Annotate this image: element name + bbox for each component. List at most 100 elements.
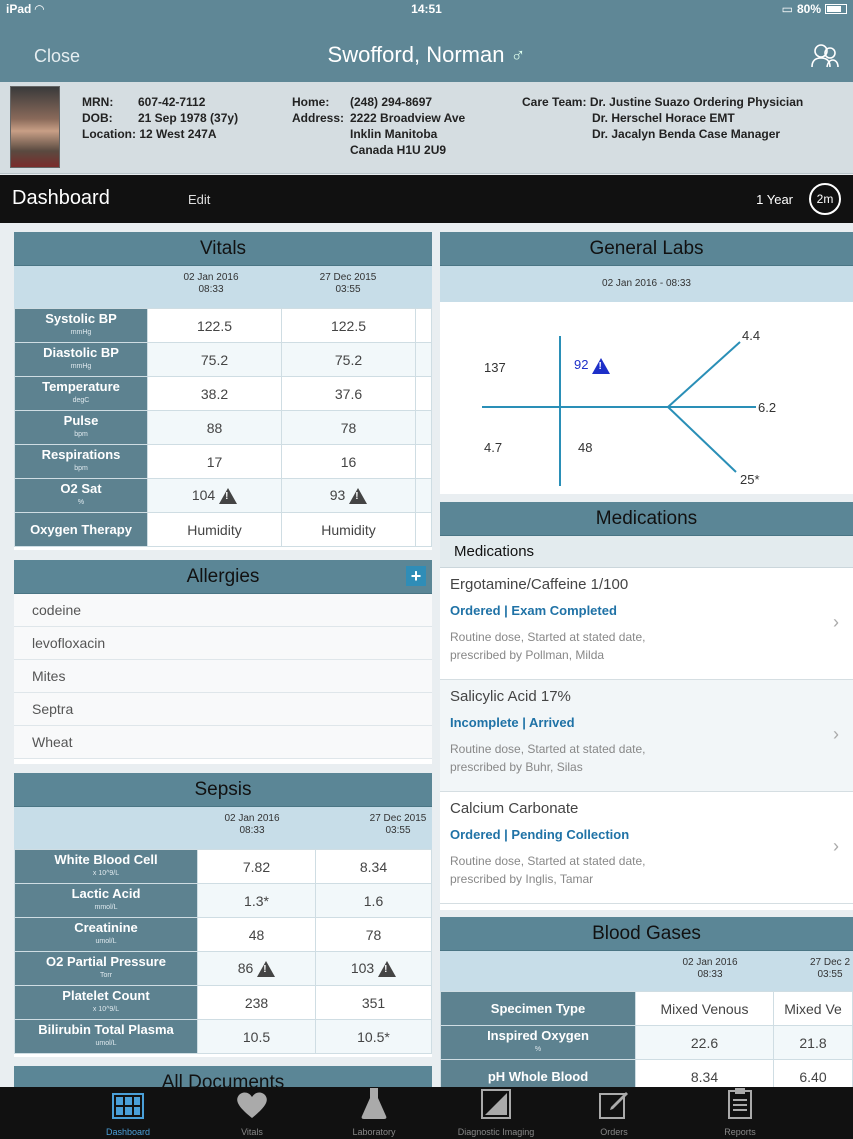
row-label: Oxygen Therapy [14, 512, 148, 547]
list-item[interactable]: Wheat [14, 726, 432, 759]
medication-item[interactable]: Ergotamine/Caffeine 1/100 Ordered | Exam… [440, 568, 853, 680]
medication-description: Routine dose, Started at stated date, pre… [450, 854, 646, 886]
table-row[interactable]: Bilirubin Total Plasma umol/L 10.5 10.5* [14, 1019, 432, 1054]
row-label: Specimen Type [440, 991, 636, 1026]
cell-value: Mixed Venous [635, 991, 774, 1026]
row-label: Creatinine umol/L [14, 917, 198, 952]
cell-value: 78 [281, 410, 416, 445]
table-row[interactable]: Pulse bpm 88 78 [14, 410, 432, 445]
table-row[interactable]: pH Whole Blood 8.34 6.40 [440, 1059, 853, 1087]
home-label: Home: [292, 95, 330, 109]
table-row[interactable]: White Blood Cell x 10^9/L 7.82 8.34 [14, 849, 432, 884]
add-allergy-button[interactable]: + [406, 566, 426, 586]
cell-value: Mixed Ve [773, 991, 853, 1026]
tab-diagnostic-imaging[interactable]: Diagnostic Imaging [436, 1087, 556, 1137]
row-label: Pulse bpm [14, 410, 148, 445]
table-row[interactable]: Platelet Count x 10^9/L 238 351 [14, 985, 432, 1020]
tab-label: Dashboard [105, 1127, 151, 1137]
warning-icon [349, 488, 368, 505]
cell-value: 122.5 [281, 308, 416, 343]
patient-name-title: Swofford, Norman ♂ [0, 42, 853, 68]
medication-description: Routine dose, Started at stated date, pre… [450, 742, 646, 774]
tab-reports[interactable]: Reports [680, 1087, 800, 1137]
general-labs-panel: General Labs 02 Jan 2016 - 08:33 137 92 … [440, 232, 853, 494]
table-row[interactable]: Inspired Oxygen% 22.6 21.8 [440, 1025, 853, 1060]
care-team-member: Dr. Jacalyn Benda Case Manager [592, 127, 781, 141]
table-row[interactable]: Respirations bpm 17 16 [14, 444, 432, 479]
patient-name: Swofford, Norman [327, 42, 505, 67]
medication-item[interactable]: Calcium Carbonate Ordered | Pending Coll… [440, 792, 853, 904]
dob-value: 21 Sep 1978 (37y) [138, 111, 239, 125]
cell-value: 16 [281, 444, 416, 479]
list-item[interactable]: levofloxacin [14, 627, 432, 660]
care-team-member: Dr. Herschel Horace EMT [592, 111, 735, 125]
medication-name: Salicylic Acid 17% [450, 688, 571, 705]
list-item[interactable]: Septra [14, 693, 432, 726]
sepsis-date-2: 27 Dec 2015 [369, 813, 427, 824]
table-row[interactable]: Specimen Type Mixed Venous Mixed Ve [440, 991, 853, 1026]
lab-co2: 48 [578, 440, 593, 455]
table-row[interactable]: Systolic BP mmHg 122.5 122.5 [14, 308, 432, 343]
table-row[interactable]: Diastolic BP mmHg 75.2 75.2 [14, 342, 432, 377]
care-team: Care Team: Dr. Justine Suazo Ordering Ph… [522, 94, 803, 142]
table-row[interactable]: Creatinine umol/L 48 78 [14, 917, 432, 952]
home-phone: (248) 294-8697 [350, 95, 433, 109]
cell-value: 6.40 [773, 1059, 853, 1087]
vitals-time-1: 08:33 [198, 284, 224, 295]
allergies-title: Allergies [186, 566, 260, 587]
lab-top-value: 4.4 [742, 328, 761, 343]
lab-mid-value: 6.2 [758, 400, 777, 415]
table-row[interactable]: Temperature degC 38.2 37.6 [14, 376, 432, 411]
lab-bottom-value: 25* [740, 472, 760, 487]
tab-vitals[interactable]: Vitals [192, 1087, 312, 1137]
blood-gases-title: Blood Gases [440, 917, 853, 951]
vitals-date-col2: 27 Dec 2015 03:55 [288, 272, 408, 296]
general-labs-title: General Labs [440, 232, 853, 266]
patient-banner: MRN: 607-42-7112 DOB: 21 Sep 1978 (37y) Lo… [0, 82, 853, 174]
top-header: iPad ◠ 14:51 ▭ 80% Close Swofford, Norman… [0, 0, 853, 82]
mrn-label: MRN: [82, 95, 114, 109]
location-value: Location: 12 West 247A [82, 127, 217, 141]
vitals-time-2: 03:55 [335, 284, 361, 295]
cell-value: 21.8 [773, 1025, 853, 1060]
vitals-panel: Vitals 02 Jan 2016 08:33 27 Dec 2015 03:55… [14, 232, 432, 550]
row-label: Systolic BP mmHg [14, 308, 148, 343]
cell-value: 75.2 [281, 342, 416, 377]
table-row[interactable]: Lactic Acid mmol/L 1.3* 1.6 [14, 883, 432, 918]
blood-gases-panel: Blood Gases 02 Jan 2016 08:33 27 Dec 2 03:… [440, 917, 853, 1087]
blood-gases-time-2: 03:55 [817, 969, 843, 980]
warning-icon [378, 961, 397, 978]
sepsis-title: Sepsis [14, 773, 432, 807]
refresh-icon[interactable]: 2m [809, 183, 841, 215]
vitals-date-col1: 02 Jan 2016 08:33 [151, 272, 271, 296]
time-range-button[interactable]: 1 Year [756, 192, 793, 207]
edit-button[interactable]: Edit [188, 192, 210, 207]
cell-value-abnormal: 103 [315, 951, 432, 986]
blood-gases-date-1: 02 Jan 2016 [682, 957, 738, 968]
table-row[interactable]: Oxygen Therapy Humidity Humidity [14, 512, 432, 547]
care-team-member: Dr. Justine Suazo Ordering Physician [589, 95, 804, 109]
list-item[interactable]: codeine [14, 594, 432, 627]
mrn-value: 607-42-7112 [138, 95, 206, 109]
cell-value-abnormal: 93 [281, 478, 416, 513]
table-row[interactable]: O2 Partial PressureTorr86103 [14, 951, 432, 986]
allergies-header: Allergies + [14, 560, 432, 594]
people-icon[interactable] [811, 42, 839, 68]
medication-item[interactable]: Salicylic Acid 17% Incomplete | Arrived … [440, 680, 853, 792]
tab-orders[interactable]: Orders [554, 1087, 674, 1137]
medications-panel: Medications Medications Ergotamine/Caffe… [440, 502, 853, 910]
sepsis-date-header: 02 Jan 2016 08:33 27 Dec 2015 03:55 [14, 807, 432, 849]
table-row[interactable]: O2 Sat%10493 [14, 478, 432, 513]
medications-subheader: Medications [440, 536, 853, 568]
vitals-table: Systolic BP mmHg 122.5 122.5 Diastolic BP mm… [14, 308, 432, 547]
cell-value: 7.82 [197, 849, 316, 884]
tab-laboratory[interactable]: Laboratory [314, 1087, 434, 1137]
warning-icon [257, 961, 276, 978]
sepsis-date-col2: 27 Dec 2015 03:55 [338, 813, 432, 837]
tab-dashboard[interactable]: Dashboard [68, 1087, 188, 1137]
clipboard-icon [728, 1088, 752, 1119]
list-item[interactable]: Mites [14, 660, 432, 693]
address-line1: 2222 Broadview Ave [350, 111, 466, 125]
sepsis-date-1: 02 Jan 2016 [224, 813, 280, 824]
blood-gases-table: Specimen Type Mixed Venous Mixed Ve Inspir… [440, 991, 853, 1087]
